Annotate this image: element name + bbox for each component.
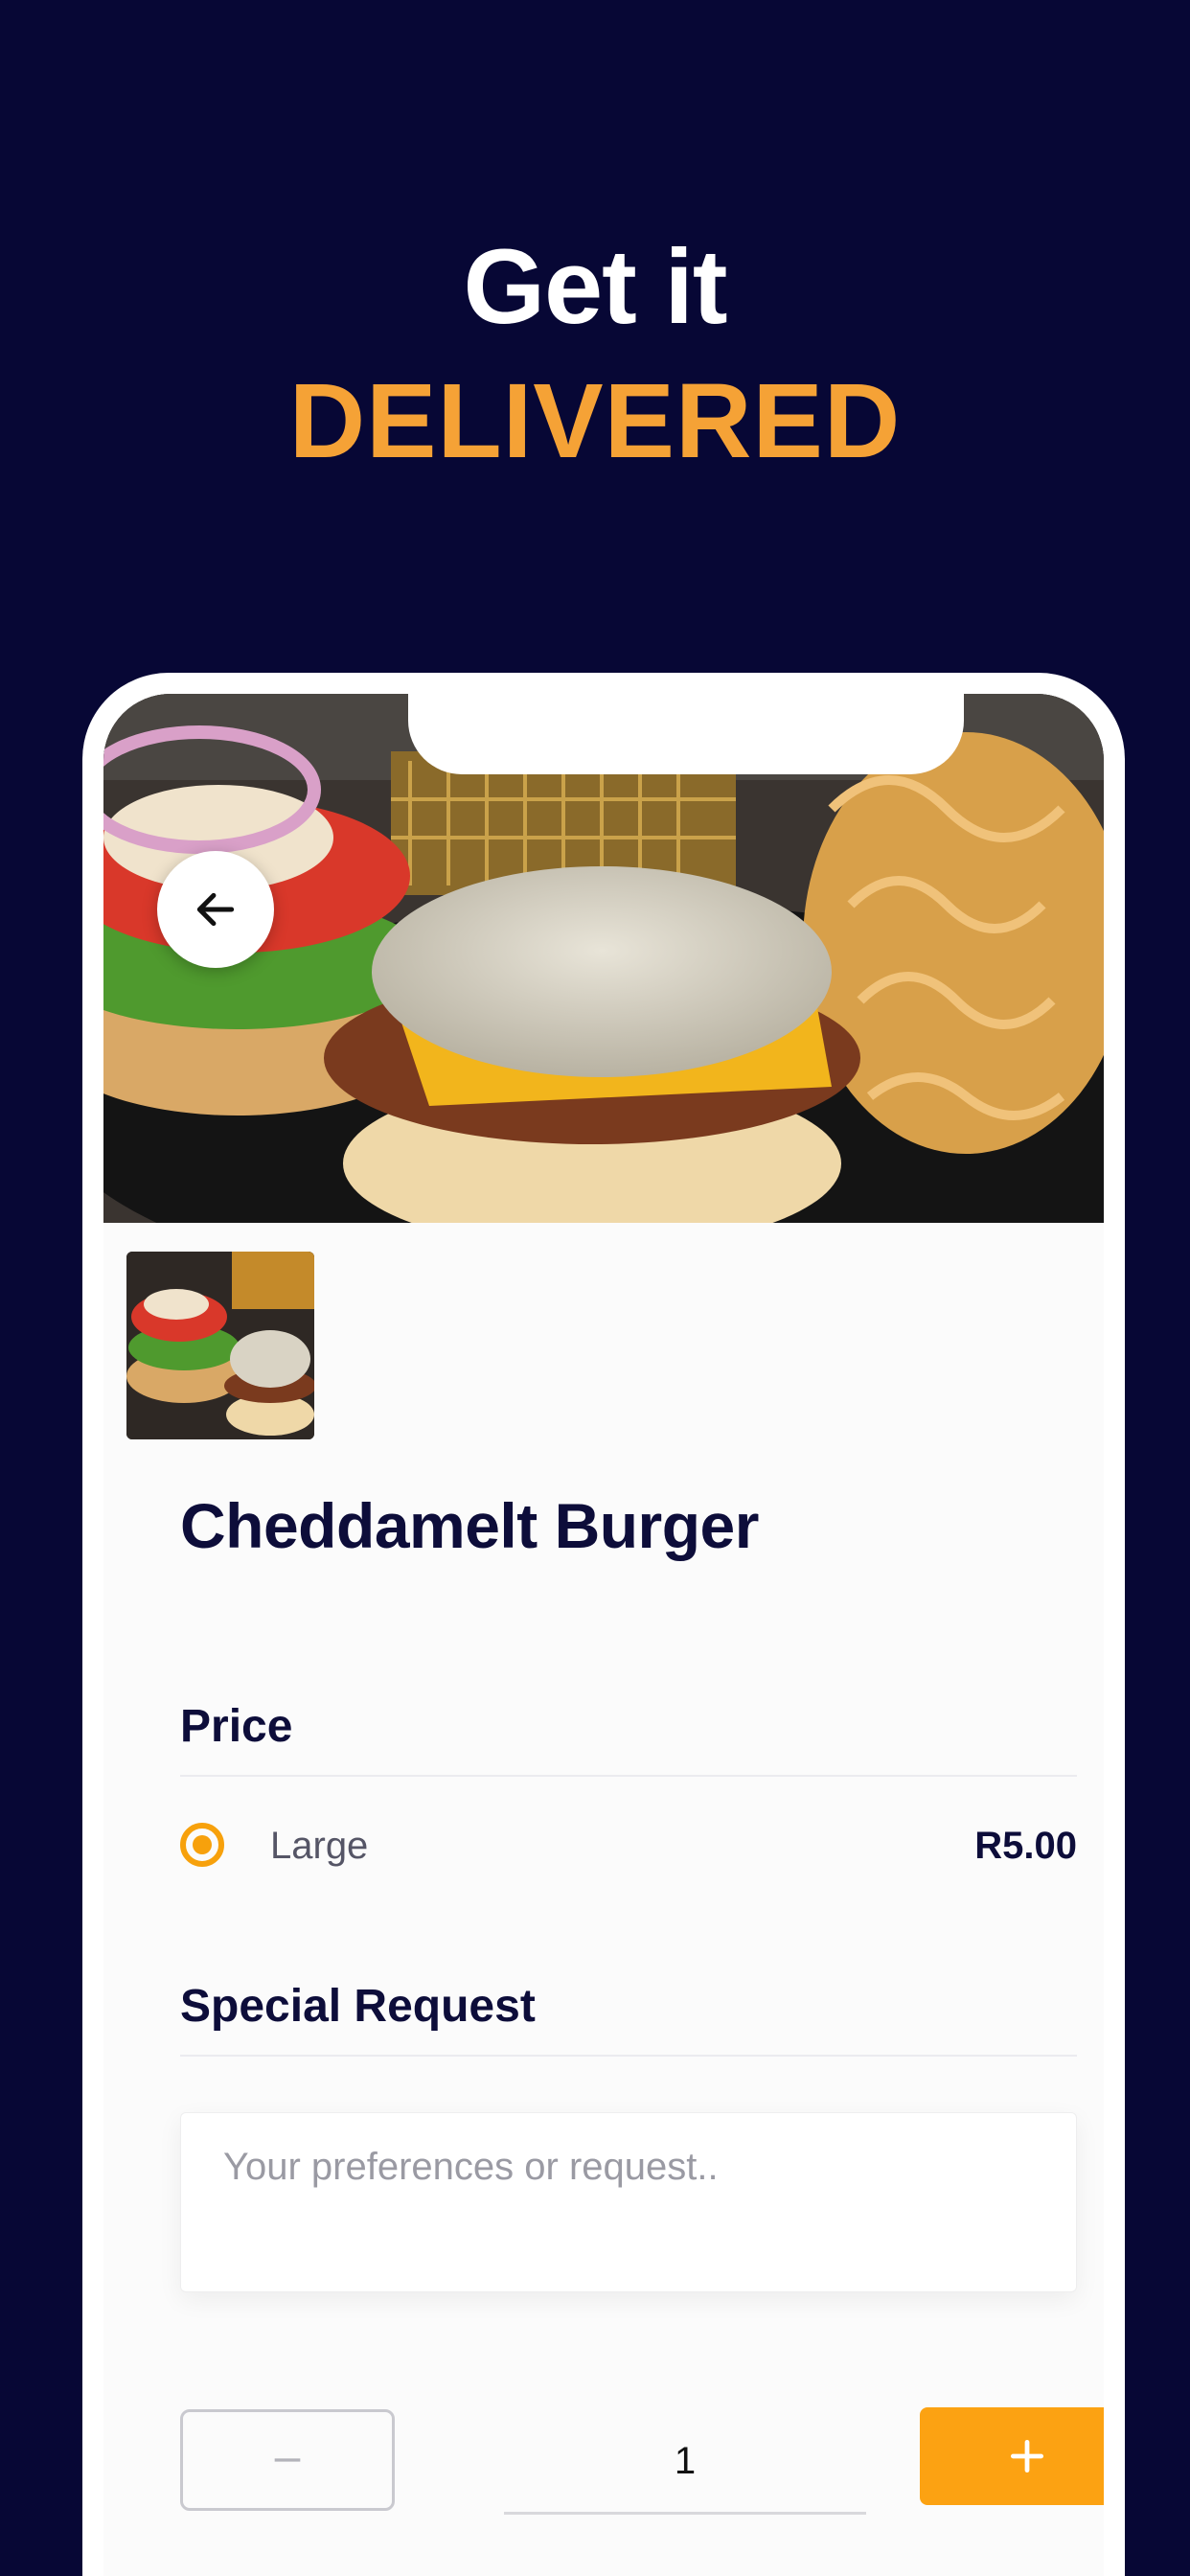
quantity-value[interactable]: 1 xyxy=(504,2411,866,2515)
minus-icon xyxy=(274,2458,301,2462)
price-divider xyxy=(180,1775,1077,1777)
special-request-label: Special Request xyxy=(180,1981,536,2032)
quantity-decrease-button[interactable] xyxy=(180,2409,395,2511)
price-section-label: Price xyxy=(180,1701,293,1752)
phone-notch xyxy=(408,694,964,774)
special-request-input[interactable] xyxy=(180,2112,1077,2292)
product-title: Cheddamelt Burger xyxy=(180,1490,759,1561)
special-request-divider xyxy=(180,2055,1077,2057)
price-option-amount: R5.00 xyxy=(974,1825,1077,1867)
radio-selected-icon[interactable] xyxy=(180,1823,224,1867)
phone-screen: Cheddamelt Burger Price Large R5.00 Spec… xyxy=(103,694,1104,2576)
quantity-increase-button[interactable] xyxy=(920,2407,1104,2505)
price-option-large[interactable]: Large R5.00 xyxy=(180,1823,1077,1890)
plus-icon xyxy=(1010,2439,1044,2473)
arrow-left-icon xyxy=(196,892,235,927)
product-thumbnail[interactable] xyxy=(126,1252,314,1439)
price-option-label: Large xyxy=(270,1825,369,1867)
burger-thumbnail-illustration xyxy=(126,1252,314,1439)
headline-line-2: DELIVERED xyxy=(288,362,902,480)
back-button[interactable] xyxy=(157,851,274,968)
headline-line-1: Get it xyxy=(463,228,727,346)
phone-frame: Cheddamelt Burger Price Large R5.00 Spec… xyxy=(82,673,1125,2576)
promo-headline: Get it DELIVERED xyxy=(0,220,1190,489)
